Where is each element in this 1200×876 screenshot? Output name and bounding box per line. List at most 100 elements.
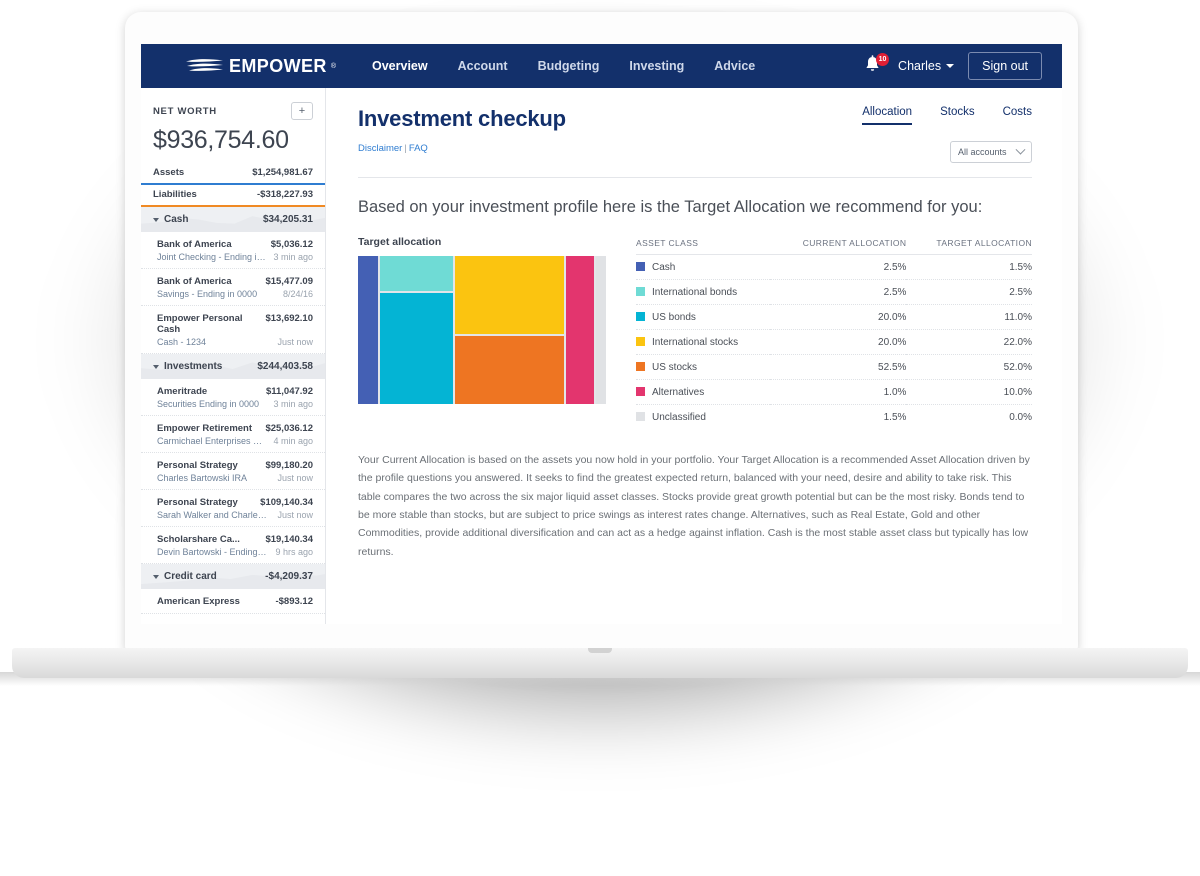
account-subtitle: Sarah Walker and Charles Ba...	[157, 510, 267, 520]
treemap-cell-international-stocks[interactable]	[455, 255, 564, 334]
allocation-table-column: ASSET CLASS CURRENT ALLOCATION TARGET AL…	[636, 236, 1032, 429]
intro-text: Based on your investment profile here is…	[358, 198, 983, 216]
account-subtitle: Charles Bartowski IRA	[157, 473, 248, 483]
list-item[interactable]: Personal Strategy $109,140.34 Sarah Walk…	[141, 490, 325, 527]
user-menu[interactable]: Charles	[898, 59, 955, 73]
color-swatch-icon	[636, 311, 645, 321]
treemap-cell-alternatives[interactable]	[566, 255, 594, 404]
table-row: Alternatives 1.0% 10.0%	[636, 379, 1032, 405]
account-name: Scholarshare Ca...	[157, 534, 240, 545]
liabilities-value: -$318,227.93	[257, 189, 313, 200]
treemap-cell-cash[interactable]	[358, 255, 378, 404]
list-item[interactable]: Scholarshare Ca... $19,140.34 Devin Bart…	[141, 527, 325, 564]
nav-link-advice[interactable]: Advice	[714, 59, 755, 73]
nav-link-investing[interactable]: Investing	[629, 59, 684, 73]
treemap-cell-unclassified[interactable]	[596, 255, 606, 404]
treemap-cell-us-bonds[interactable]	[380, 292, 453, 404]
list-item[interactable]: Ameritrade $11,047.92 Securities Ending …	[141, 379, 325, 416]
nav-link-overview[interactable]: Overview	[372, 59, 428, 73]
list-item[interactable]: Personal Strategy $99,180.20 Charles Bar…	[141, 453, 325, 490]
sidebar-section-credit-card[interactable]: Credit card -$4,209.37	[141, 564, 325, 589]
user-name-label: Charles	[898, 59, 942, 73]
section-name: Cash	[164, 214, 189, 225]
list-item[interactable]: Empower Retirement $25,036.12 Carmichael…	[141, 416, 325, 453]
target-allocation-cell: 10.0%	[906, 379, 1032, 405]
account-balance: $13,692.10	[265, 313, 313, 324]
list-item[interactable]: Bank of America $5,036.12 Joint Checking…	[141, 232, 325, 269]
add-account-button[interactable]: +	[291, 102, 313, 120]
table-header-row: ASSET CLASS CURRENT ALLOCATION TARGET AL…	[636, 237, 1032, 255]
account-timestamp: Just now	[277, 337, 313, 347]
assets-row[interactable]: Assets $1,254,981.67	[141, 163, 325, 185]
brand-logo[interactable]: EMPOWER ®	[157, 56, 347, 77]
column-header-current-allocation: CURRENT ALLOCATION	[770, 237, 907, 255]
net-worth-label: NET WORTH	[153, 105, 217, 117]
asset-class-label: Alternatives	[652, 386, 705, 398]
target-allocation-cell: 22.0%	[906, 329, 1032, 355]
account-subtitle: Devin Bartowski - Ending i...	[157, 547, 267, 557]
treemap-stocks-column	[453, 255, 564, 404]
list-item[interactable]: Bank of America $15,477.09 Savings - End…	[141, 269, 325, 306]
account-subtitle: Joint Checking - Ending in...	[157, 252, 267, 262]
account-filter-dropdown[interactable]: All accounts	[950, 141, 1032, 163]
tab-allocation[interactable]: Allocation	[862, 106, 913, 125]
asset-class-label: International bonds	[652, 286, 738, 298]
treemap-cell-us-stocks[interactable]	[455, 335, 564, 404]
brand-name: EMPOWER	[229, 55, 327, 76]
asset-class-cell: Unclassified	[636, 404, 770, 429]
color-swatch-icon	[636, 361, 645, 371]
current-allocation-cell: 2.5%	[770, 254, 907, 280]
asset-class-cell: Cash	[636, 254, 771, 280]
account-name: Personal Strategy	[157, 497, 238, 508]
top-navigation: EMPOWER ® Overview Account Budgeting Inve…	[141, 44, 1062, 88]
column-header-asset-class: ASSET CLASS	[636, 237, 771, 255]
current-allocation-cell: 20.0%	[770, 329, 907, 355]
liabilities-row[interactable]: Liabilities -$318,227.93	[141, 185, 325, 207]
treemap-bonds-column	[378, 255, 453, 404]
notification-badge: 10	[876, 53, 890, 66]
nav-link-account[interactable]: Account	[458, 59, 508, 73]
chevron-down-icon	[946, 64, 955, 68]
current-allocation-cell: 52.5%	[770, 354, 907, 380]
account-balance: $25,036.12	[265, 423, 313, 434]
table-row: US stocks 52.5% 52.0%	[636, 354, 1032, 380]
tab-bar: Allocation Stocks Costs	[862, 106, 1032, 125]
color-swatch-icon	[636, 336, 645, 346]
faq-link[interactable]: FAQ	[409, 143, 428, 154]
account-balance: $109,140.34	[260, 497, 313, 508]
sidebar: NET WORTH + $936,754.60 Assets $1,254,98…	[141, 88, 326, 624]
account-balance: $5,036.12	[270, 239, 313, 250]
table-row: US bonds 20.0% 11.0%	[636, 304, 1032, 330]
account-balance: $11,047.92	[265, 386, 313, 397]
asset-class-label: Unclassified	[652, 411, 706, 423]
account-balance: -$893.12	[275, 596, 313, 607]
target-allocation-cell: 0.0%	[1009, 411, 1032, 423]
sign-out-button[interactable]: Sign out	[968, 52, 1042, 80]
current-allocation-cell: 1.5%	[883, 411, 907, 423]
notifications-button[interactable]: 10	[864, 53, 890, 77]
account-balance: $19,140.34	[265, 534, 313, 545]
account-timestamp: 8/24/16	[282, 289, 313, 299]
brand-trademark: ®	[330, 62, 336, 70]
tab-stocks[interactable]: Stocks	[940, 106, 975, 125]
caret-down-icon	[153, 217, 159, 222]
nav-right-group: 10 Charles Sign out	[864, 52, 1046, 80]
target-allocation-cell: 1.5%	[906, 254, 1032, 280]
browser-screen: EMPOWER ® Overview Account Budgeting Inve…	[141, 44, 1062, 624]
list-item[interactable]: American Express -$893.12	[141, 589, 325, 614]
nav-link-budgeting[interactable]: Budgeting	[538, 59, 600, 73]
list-item[interactable]: Empower Personal Cash $13,692.10 Cash - …	[141, 306, 325, 354]
account-name: American Express	[157, 596, 240, 607]
account-timestamp: 9 hrs ago	[275, 547, 313, 557]
tab-costs[interactable]: Costs	[1003, 106, 1032, 125]
current-allocation-cell: 20.0%	[770, 304, 907, 330]
account-name: Ameritrade	[157, 386, 208, 397]
sidebar-section-investments[interactable]: Investments $244,403.58	[141, 354, 325, 379]
section-name: Credit card	[164, 571, 217, 582]
account-subtitle: Savings - Ending in 0000	[157, 289, 258, 299]
disclaimer-link[interactable]: Disclaimer	[358, 143, 402, 154]
sidebar-section-cash[interactable]: Cash $34,205.31	[141, 207, 325, 232]
treemap-cell-international-bonds[interactable]	[380, 255, 453, 291]
allocation-section: Target allocation ASSET CLASS CURRENT AL…	[326, 220, 1062, 429]
asset-class-cell: International stocks	[636, 329, 771, 355]
